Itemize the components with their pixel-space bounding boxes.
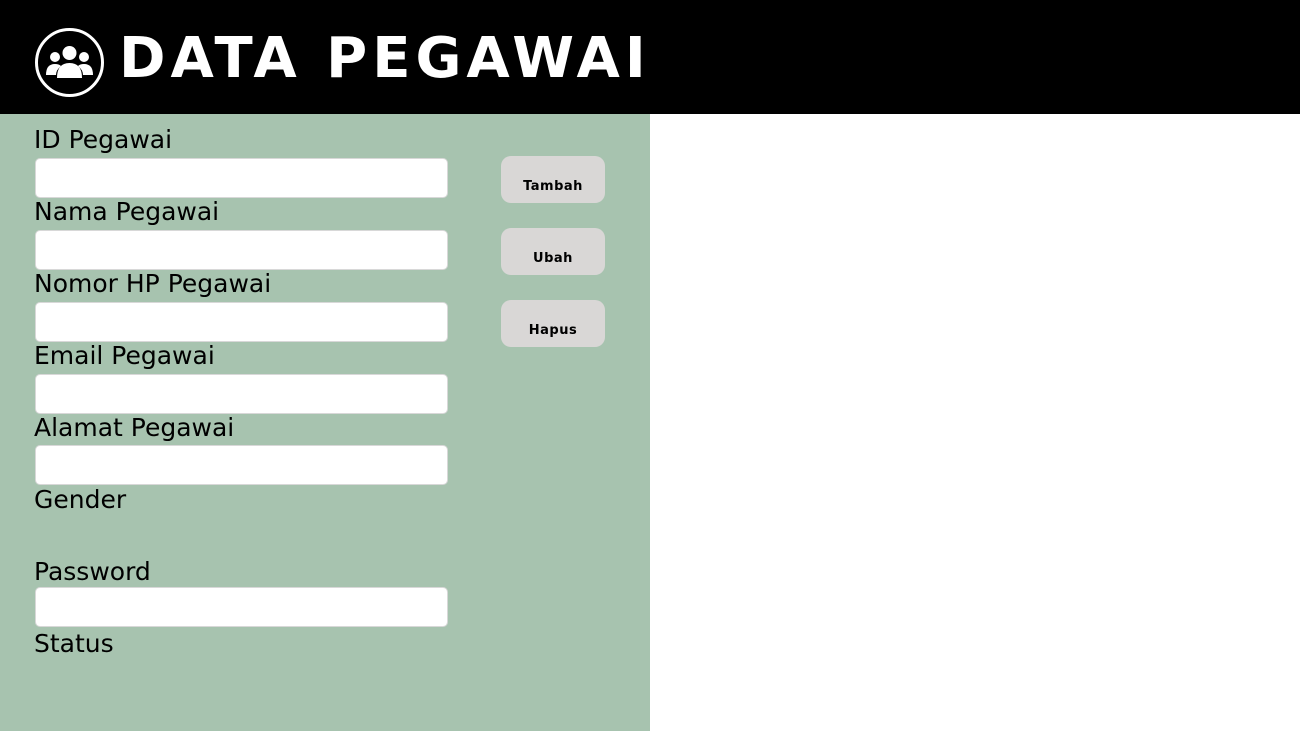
tambah-button[interactable]: Tambah	[501, 156, 605, 203]
id-pegawai-input[interactable]	[35, 158, 448, 198]
nama-pegawai-input[interactable]	[35, 230, 448, 270]
nomor-hp-label: Nomor HP Pegawai	[34, 269, 272, 298]
nomor-hp-input[interactable]	[35, 302, 448, 342]
ubah-button[interactable]: Ubah	[501, 228, 605, 275]
hapus-button[interactable]: Hapus	[501, 300, 605, 347]
nama-pegawai-label: Nama Pegawai	[34, 197, 220, 226]
password-input[interactable]	[35, 587, 448, 627]
page-title: DATA PEGAWAI	[119, 26, 651, 91]
email-pegawai-input[interactable]	[35, 374, 448, 414]
id-pegawai-label: ID Pegawai	[34, 125, 173, 154]
gender-label: Gender	[34, 485, 127, 514]
status-label: Status	[34, 629, 114, 658]
alamat-pegawai-label: Alamat Pegawai	[34, 413, 235, 442]
app-header: DATA PEGAWAI	[0, 0, 1300, 114]
alamat-pegawai-input[interactable]	[35, 445, 448, 485]
users-group-icon	[35, 28, 104, 97]
employee-form-panel: ID Pegawai Nama Pegawai Nomor HP Pegawai…	[0, 114, 650, 731]
email-pegawai-label: Email Pegawai	[34, 341, 215, 370]
password-label: Password	[34, 557, 151, 586]
